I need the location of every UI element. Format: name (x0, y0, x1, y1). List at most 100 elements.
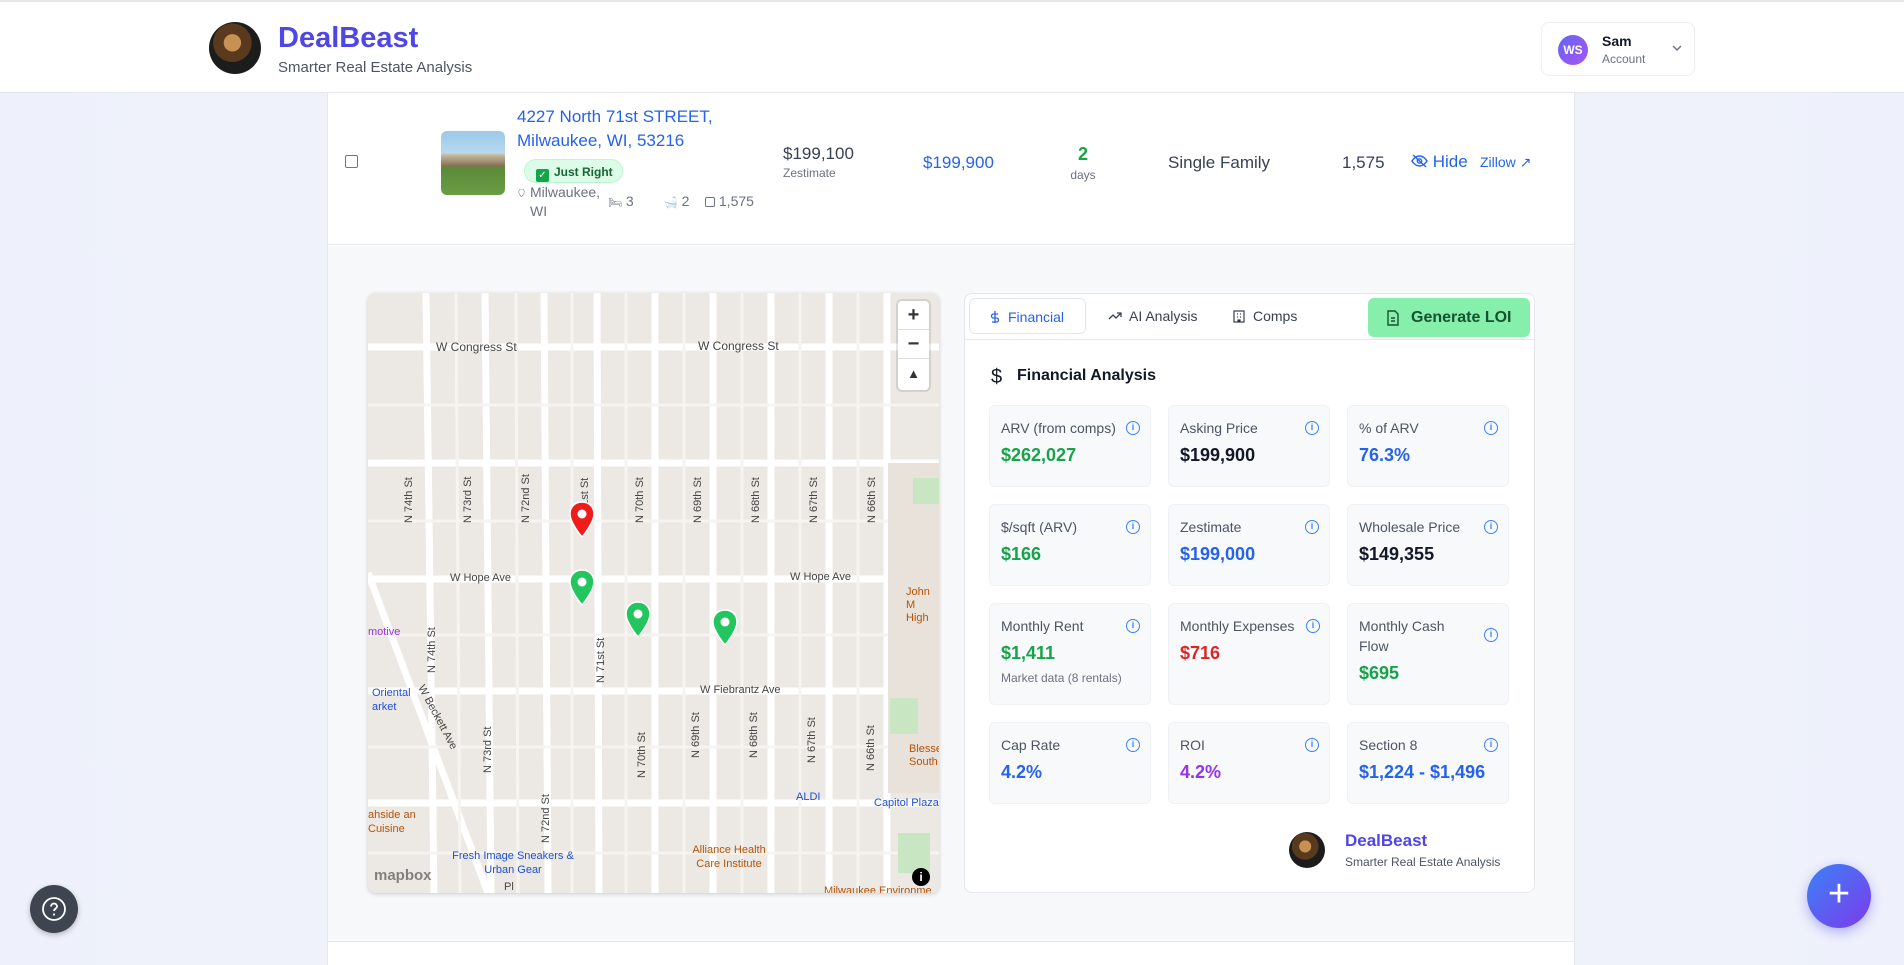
info-icon[interactable]: i (1305, 421, 1319, 435)
property-address-link[interactable]: 4227 North 71st STREET, Milwaukee, WI, 5… (517, 105, 727, 153)
metric-value: $695 (1359, 663, 1400, 683)
map-pin-comp[interactable] (711, 609, 739, 647)
info-icon[interactable]: i (1305, 520, 1319, 534)
zestimate-value: $199,100 (783, 144, 854, 163)
plus-icon: + (1827, 873, 1851, 915)
dealbeast-logo[interactable] (209, 22, 261, 74)
zillow-link[interactable]: Zillow ↗ (1480, 154, 1531, 171)
tab-financial[interactable]: Financial (969, 298, 1086, 334)
metric-label: Cap Rate (1001, 737, 1061, 753)
poi-label: Capitol Plaza (874, 797, 939, 809)
metric-value: $149,355 (1359, 544, 1435, 564)
street-label: W Hope Ave (450, 572, 511, 584)
chevron-down-icon (1672, 45, 1682, 51)
account-menu-button[interactable]: WS Sam Account (1541, 22, 1695, 76)
info-icon[interactable]: i (1126, 738, 1140, 752)
metric-card-zestimate: Zestimate i $199,000 (1168, 504, 1330, 586)
map-canvas[interactable] (368, 293, 939, 893)
map-pin-comp[interactable] (568, 569, 596, 607)
zoom-in-button[interactable]: + (898, 301, 929, 330)
poi-label: Milwaukee Environme (824, 885, 932, 893)
baths-value: 2 (681, 193, 690, 209)
info-icon[interactable]: i (1305, 738, 1319, 752)
add-property-button[interactable]: + (1807, 864, 1871, 928)
metric-note: Market data (8 rentals) (1001, 671, 1122, 685)
poi-label: Fresh Image Sneakers & Urban Gear (452, 850, 574, 876)
zoom-out-button[interactable]: − (898, 330, 929, 359)
street-label: N 70th St (634, 477, 646, 523)
dollar-icon (990, 311, 1000, 323)
poi-label: ahside an Cuisine (368, 809, 416, 835)
info-icon[interactable]: i (1484, 738, 1498, 752)
mapbox-logo[interactable]: mapbox (374, 867, 432, 884)
metric-card-arv: ARV (from comps) i $262,027 (989, 405, 1151, 487)
metric-value: $199,000 (1180, 544, 1256, 564)
table-row[interactable]: 4227 North 71st STREET, Milwaukee, WI, 5… (328, 93, 1574, 245)
help-circle-icon (42, 897, 66, 921)
tab-ai-analysis[interactable]: AI Analysis (1100, 298, 1210, 334)
street-label: N 67th St (808, 477, 820, 523)
avatar: WS (1558, 35, 1588, 65)
street-label: N 67th St (806, 717, 818, 763)
hide-button[interactable]: Hide (1411, 152, 1468, 172)
days-on-market-value: 2 (1077, 144, 1088, 164)
app-header: DealBeast Smarter Real Estate Analysis W… (0, 0, 1904, 93)
account-label: Account (1602, 52, 1646, 66)
metric-value: $199,900 (1180, 445, 1256, 465)
street-label: N 73rd St (482, 726, 494, 773)
property-map[interactable]: W Congress St W Congress St W Hope Ave W… (368, 293, 939, 893)
generate-loi-button[interactable]: Generate LOI (1368, 298, 1530, 337)
bath-icon: 🛁 (664, 197, 678, 209)
info-icon[interactable]: i (1126, 421, 1140, 435)
property-sqft: 1,575 (1342, 153, 1385, 172)
tab-comps[interactable]: Comps (1223, 298, 1313, 334)
info-icon[interactable]: i (1126, 619, 1140, 633)
help-button[interactable] (30, 885, 78, 933)
map-pin-icon (518, 189, 525, 197)
eye-off-icon (1411, 154, 1428, 168)
check-icon: ✓ (536, 169, 549, 182)
sqft-small-value: 1,575 (718, 193, 754, 209)
attribution-info-button[interactable]: i (912, 868, 930, 886)
info-icon[interactable]: i (1484, 628, 1498, 642)
footer-brand-tagline: Smarter Real Estate Analysis (1345, 855, 1501, 869)
metric-label: Zestimate (1180, 519, 1242, 535)
poi-label: Alliance Health Care Institute (692, 844, 766, 870)
info-icon[interactable]: i (1484, 520, 1498, 534)
days-on-market-label: days (1070, 168, 1096, 182)
street-label: W Fiebrantz Ave (700, 684, 781, 696)
property-thumbnail[interactable] (441, 131, 505, 195)
metric-card-pct-arv: % of ARV i 76.3% (1347, 405, 1509, 487)
metric-card-monthly-cash-flow: Monthly Cash Flow i $695 (1347, 603, 1509, 705)
building-icon (1233, 310, 1245, 323)
map-pin-comp[interactable] (624, 601, 652, 639)
row-select-checkbox[interactable] (345, 155, 358, 168)
metric-card-cap-rate: Cap Rate i 4.2% (989, 722, 1151, 804)
metric-card-monthly-expenses: Monthly Expenses i $716 (1168, 603, 1330, 705)
analysis-panel: Financial AI Analysis Comps Generate LOI… (964, 293, 1535, 893)
street-label: N 69th St (692, 477, 704, 523)
metric-card-asking-price: Asking Price i $199,900 (1168, 405, 1330, 487)
street-label: N 68th St (748, 712, 760, 758)
external-link-icon: ↗ (1519, 154, 1532, 170)
street-label: N 71st St (595, 637, 607, 683)
info-icon[interactable]: i (1484, 421, 1498, 435)
metric-label: % of ARV (1359, 420, 1419, 436)
metric-label: $/sqft (ARV) (1001, 519, 1077, 535)
baths-spec: 🛁 2 (664, 193, 689, 209)
analysis-tabs: Financial AI Analysis Comps Generate LOI (965, 294, 1534, 340)
map-pin-selected[interactable] (568, 501, 596, 539)
map-controls: + − ▲ (898, 301, 929, 390)
compass-button[interactable]: ▲ (898, 359, 929, 388)
hide-label: Hide (1432, 152, 1468, 171)
location-text: Milwaukee, WI (530, 184, 601, 219)
poi-label: John M High (906, 586, 930, 624)
beds-value: 3 (625, 193, 634, 209)
info-icon[interactable]: i (1306, 619, 1320, 633)
info-icon[interactable]: i (1126, 520, 1140, 534)
metric-card-roi: ROI i 4.2% (1168, 722, 1330, 804)
brand-tagline: Smarter Real Estate Analysis (278, 59, 473, 76)
metric-value: 4.2% (1180, 762, 1222, 782)
footer-brand-name: DealBeast (1345, 831, 1428, 850)
brand-name[interactable]: DealBeast (278, 22, 418, 55)
